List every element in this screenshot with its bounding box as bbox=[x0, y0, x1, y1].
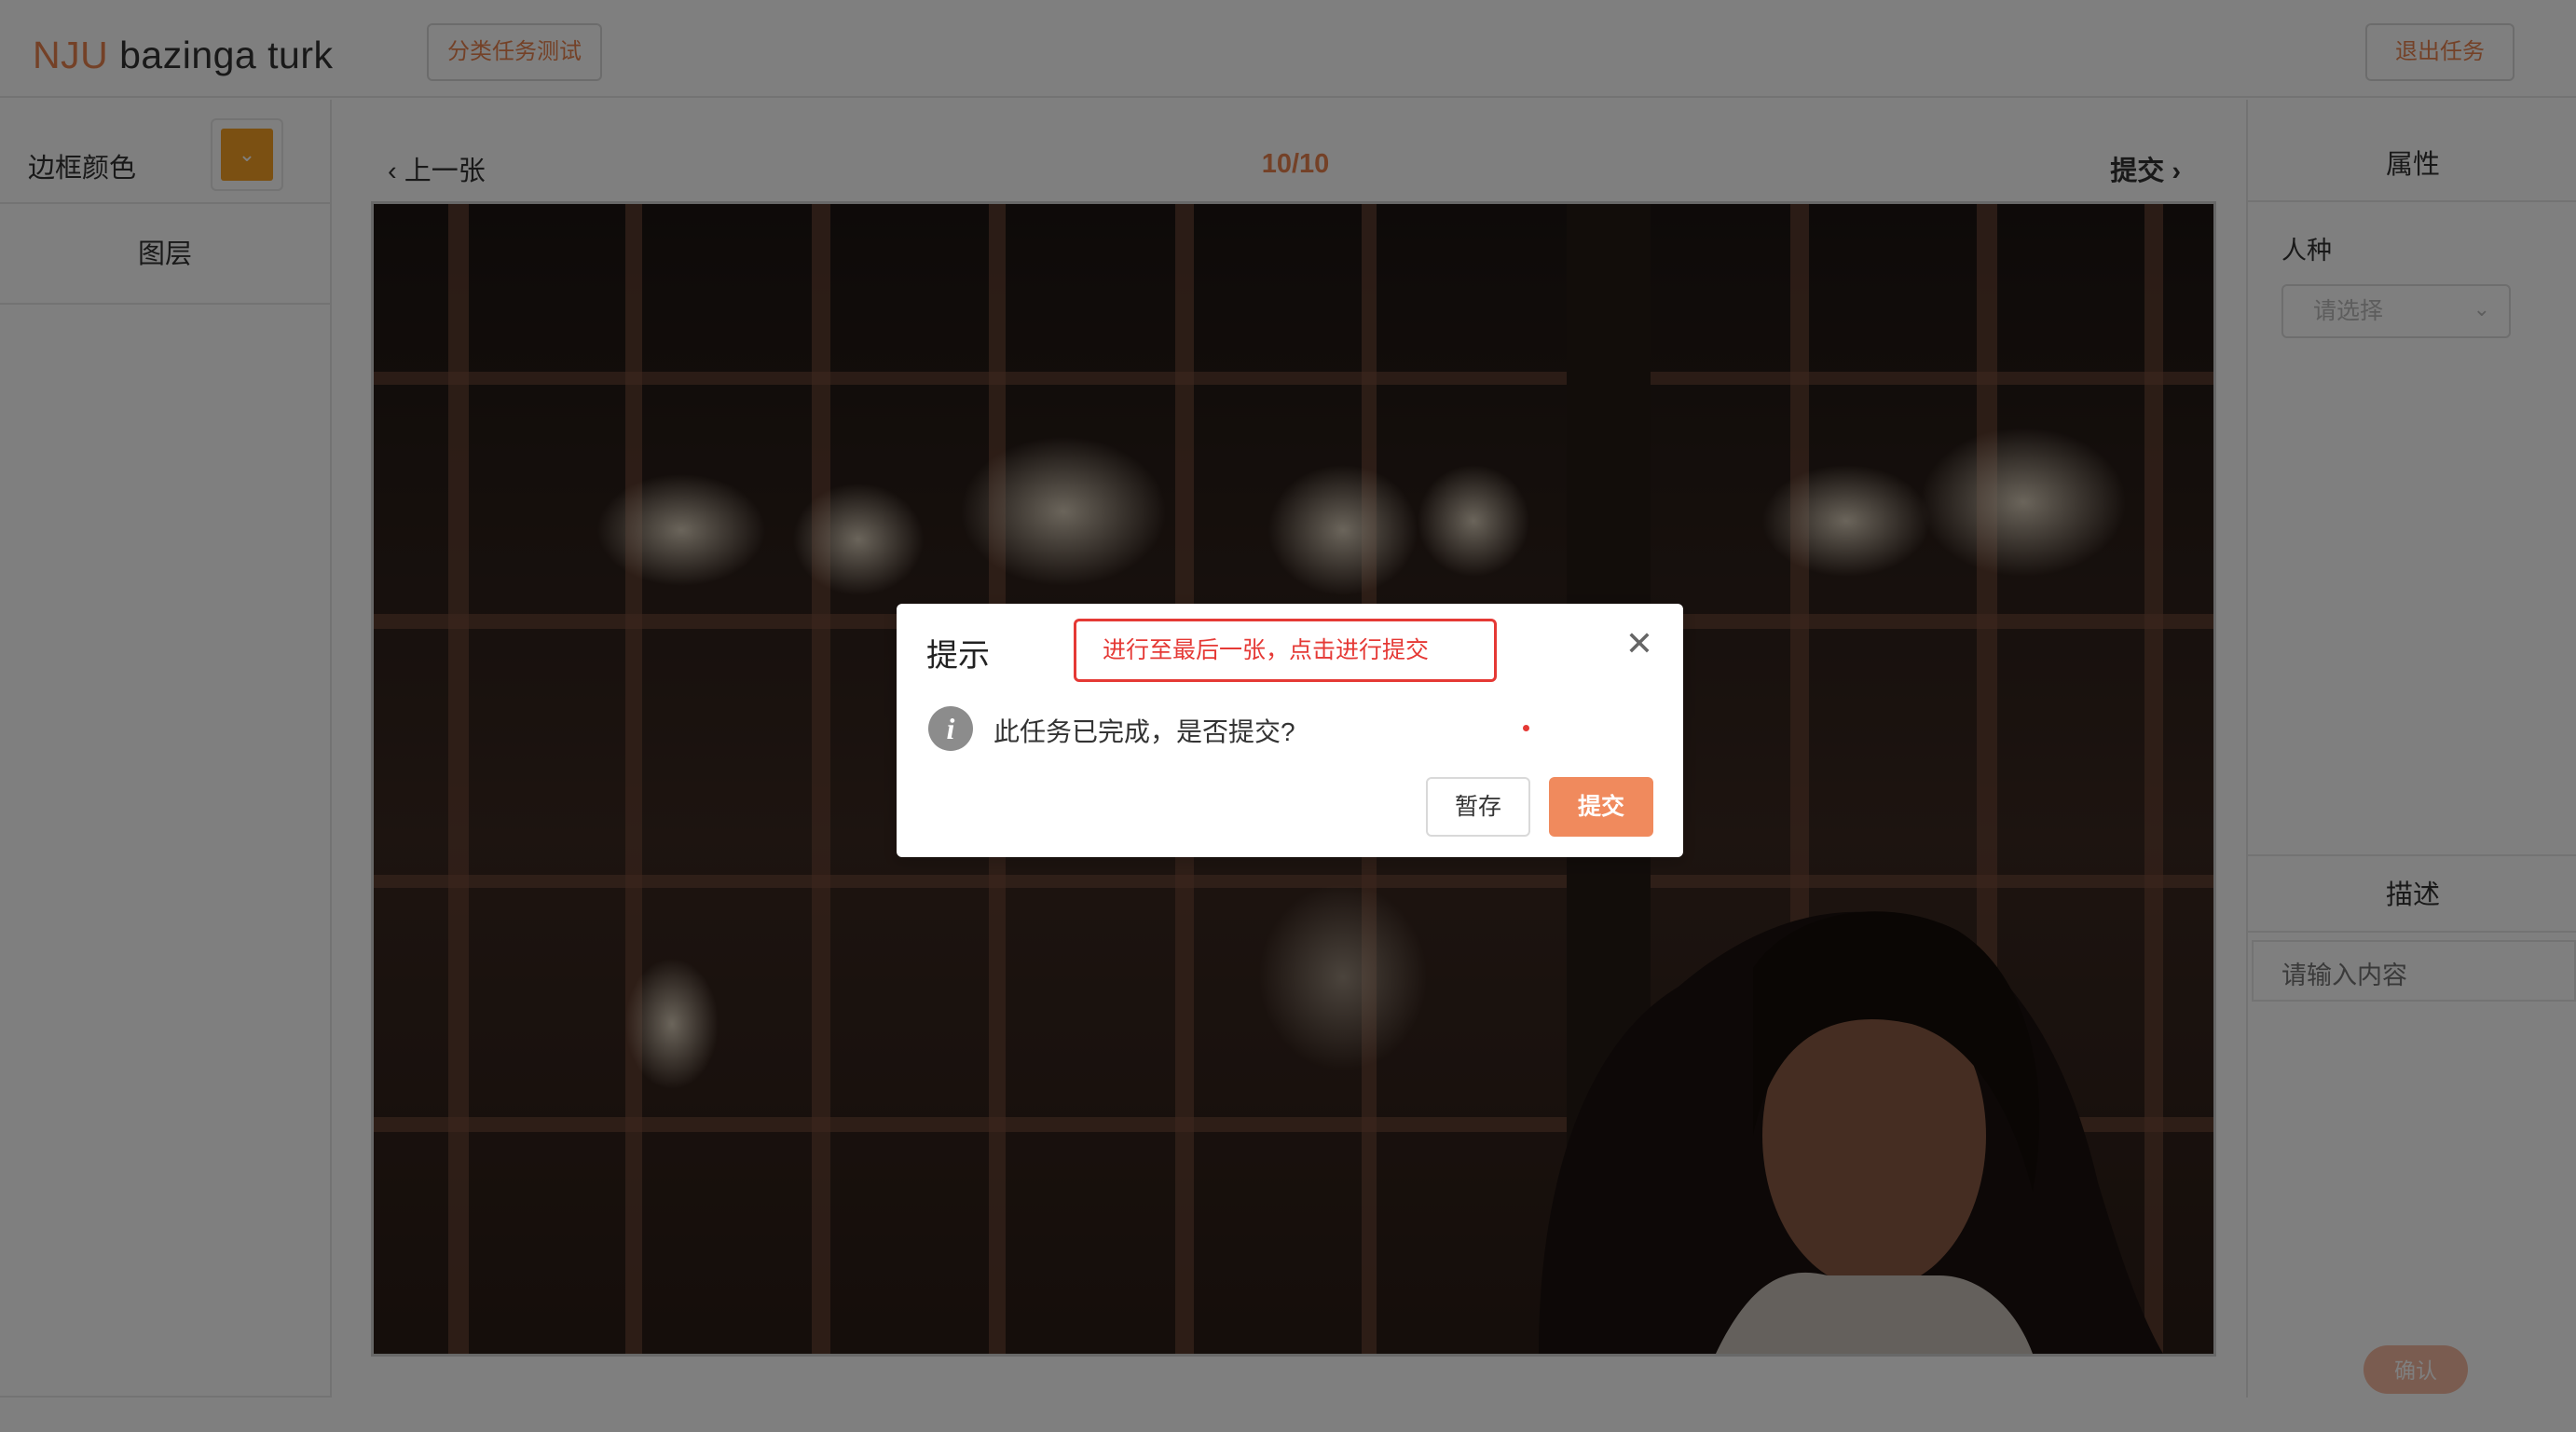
annotation-callout: 进行至最后一张，点击进行提交 bbox=[1074, 619, 1497, 682]
dialog-title: 提示 bbox=[926, 638, 990, 674]
dialog-message: 此任务已完成，是否提交? bbox=[993, 717, 1295, 746]
save-draft-button[interactable]: 暂存 bbox=[1426, 777, 1530, 837]
info-icon: i bbox=[928, 706, 973, 751]
submit-confirm-dialog: 提示 进行至最后一张，点击进行提交 ✕ i 此任务已完成，是否提交? 暂存 提交 bbox=[897, 604, 1683, 857]
submit-button[interactable]: 提交 bbox=[1549, 777, 1653, 837]
red-dot-marker bbox=[1523, 725, 1529, 731]
close-icon[interactable]: ✕ bbox=[1625, 624, 1653, 663]
